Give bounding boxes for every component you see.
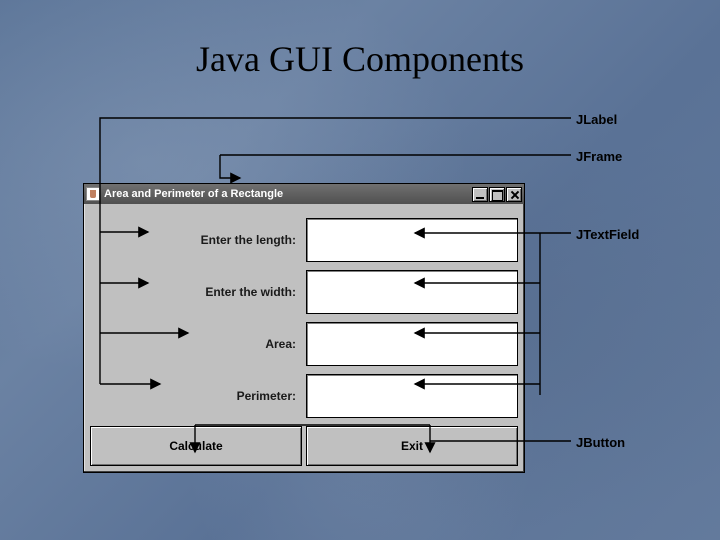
window-title: Area and Perimeter of a Rectangle <box>104 188 472 200</box>
label-area: Area: <box>90 322 302 366</box>
annotation-jlabel: JLabel <box>576 112 617 127</box>
slide-title: Java GUI Components <box>0 38 720 80</box>
field-area[interactable] <box>306 322 518 366</box>
annotation-jtextfield: JTextField <box>576 227 639 242</box>
field-length[interactable] <box>306 218 518 262</box>
annotation-jbutton: JButton <box>576 435 625 450</box>
field-perimeter[interactable] <box>306 374 518 418</box>
field-width[interactable] <box>306 270 518 314</box>
label-width: Enter the width: <box>90 270 302 314</box>
minimize-button[interactable] <box>472 187 488 202</box>
java-icon <box>86 187 100 201</box>
label-length: Enter the length: <box>90 218 302 262</box>
jframe-window[interactable]: Area and Perimeter of a Rectangle Enter … <box>83 183 525 473</box>
annotation-jframe: JFrame <box>576 149 622 164</box>
maximize-button[interactable] <box>489 187 505 202</box>
exit-button[interactable]: Exit <box>306 426 518 466</box>
window-content: Enter the length: Enter the width: Area:… <box>84 204 524 472</box>
titlebar[interactable]: Area and Perimeter of a Rectangle <box>84 184 524 204</box>
close-button[interactable] <box>506 187 522 202</box>
label-perimeter: Perimeter: <box>90 374 302 418</box>
calculate-button[interactable]: Calculate <box>90 426 302 466</box>
